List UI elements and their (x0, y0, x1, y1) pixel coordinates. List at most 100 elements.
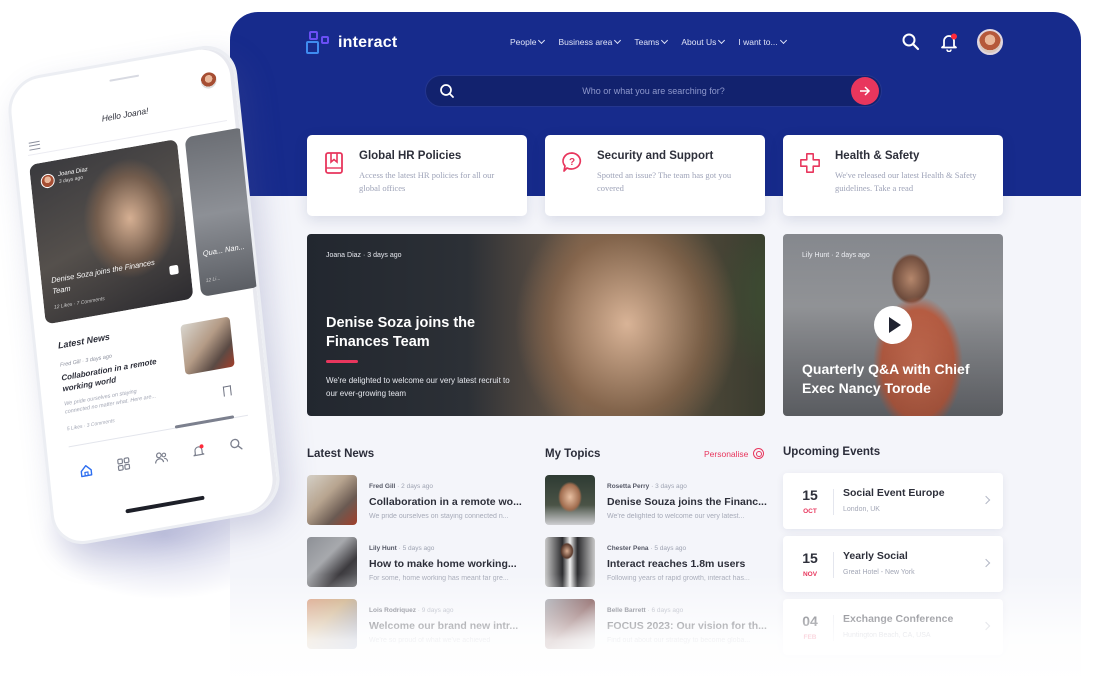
bell-icon[interactable] (939, 32, 959, 53)
nav-item-about-us[interactable]: About Us (681, 36, 726, 47)
quick-link-description: Access the latest HR policies for all ou… (359, 170, 495, 193)
upcoming-events-heading: Upcoming Events (783, 446, 881, 458)
card-title: Denise Soza joins the Finances Team (50, 257, 156, 296)
news-title: Collaboration in a remote wo... (369, 496, 522, 508)
main-nav: People Business area Teams About Us I wa… (510, 36, 787, 47)
article-title: Denise Soza joins the Finances Team (326, 315, 476, 350)
event-title: Exchange Conference (843, 613, 954, 625)
news-meta: Lily Hunt · 5 days ago (369, 545, 435, 552)
hamburger-menu-icon[interactable] (28, 140, 41, 151)
topic-snippet: We're delighted to welcome our very late… (607, 513, 745, 520)
bookmark-book-icon (325, 152, 343, 174)
home-icon[interactable] (79, 463, 94, 479)
news-snippet: We're so proud of what we've achieved (369, 637, 491, 644)
featured-article[interactable]: Joana Diaz · 3 days ago Denise Soza join… (307, 234, 765, 416)
topic-item[interactable]: Rosetta Perry · 3 days ago Denise Souza … (545, 475, 775, 537)
news-thumbnail (307, 537, 357, 587)
article-meta: Joana Diaz · 3 days ago (326, 252, 402, 259)
latest-news-list: Fred Gill · 2 days ago Collaboration in … (307, 475, 537, 661)
accent-bar (326, 360, 358, 363)
quick-link-title: Security and Support (597, 150, 714, 162)
author-avatar (40, 172, 56, 190)
mobile-user-avatar[interactable] (200, 71, 218, 90)
quick-link-health-safety[interactable]: Health & Safety We've released our lates… (783, 135, 1003, 216)
event-card[interactable]: 04 FEB Exchange Conference Huntington Be… (783, 599, 1003, 655)
topic-item[interactable]: Belle Barrett · 6 days ago FOCUS 2023: O… (545, 599, 775, 661)
grid-icon[interactable] (116, 456, 131, 472)
chevron-down-icon (614, 36, 622, 45)
chevron-down-icon (718, 36, 726, 45)
nav-item-teams[interactable]: Teams (634, 36, 669, 47)
topic-title: FOCUS 2023: Our vision for th... (607, 620, 767, 632)
my-topics-heading: My Topics (545, 448, 601, 460)
home-indicator (125, 495, 205, 514)
brand-logo[interactable]: interact (306, 31, 397, 55)
topic-meta: Belle Barrett · 6 days ago (607, 607, 684, 614)
card-stats: 12 Likes · 7 Comments (53, 295, 106, 311)
news-title: Welcome our brand new intr... (369, 620, 519, 632)
search-input[interactable] (456, 86, 851, 96)
news-item[interactable]: Lois Rodriquez · 9 days ago Welcome our … (307, 599, 537, 661)
chevron-right-icon (981, 621, 991, 631)
topic-item[interactable]: Chester Pena · 5 days ago Interact reach… (545, 537, 775, 599)
mobile-feature-card[interactable]: Joana Diaz 3 days ago Denise Soza joins … (29, 138, 194, 325)
featured-video[interactable]: Lily Hunt · 2 days ago Quarterly Q&A wit… (783, 234, 1003, 416)
search-submit-button[interactable] (851, 77, 879, 105)
divider (833, 552, 834, 578)
topic-thumbnail (545, 475, 595, 525)
search-icon[interactable] (901, 32, 921, 52)
mobile-news-stats: 5 Likes · 3 Comments (66, 418, 116, 433)
news-snippet: We pride ourselves on staying connected … (369, 513, 509, 520)
news-snippet: For some, home working has meant far gre… (369, 575, 509, 582)
event-day: 15 (802, 487, 818, 503)
topic-snippet: Find out about our strategy to become gl… (607, 637, 751, 644)
play-button[interactable] (874, 306, 912, 344)
news-item[interactable]: Fred Gill · 2 days ago Collaboration in … (307, 475, 537, 537)
quick-link-description: Spotted an issue? The team has got you c… (597, 170, 732, 193)
nav-item-people[interactable]: People (510, 36, 546, 47)
nav-label: I want to... (738, 37, 778, 47)
video-title: Quarterly Q&A with Chief Exec Nancy Toro… (802, 361, 970, 396)
nav-label: People (510, 37, 537, 47)
interact-logo-icon (306, 31, 330, 55)
thumbs-up-icon[interactable] (169, 264, 179, 276)
nav-label: Teams (634, 37, 660, 47)
event-card[interactable]: 15 NOV Yearly Social Great Hotel - New Y… (783, 536, 1003, 592)
quick-link-title: Health & Safety (835, 150, 920, 162)
nav-item-i-want-to[interactable]: I want to... (738, 36, 787, 47)
search-icon[interactable] (228, 436, 243, 452)
speaker-slot (109, 74, 140, 82)
event-month: FEB (803, 634, 817, 641)
news-thumbnail (307, 599, 357, 649)
target-icon (753, 448, 765, 459)
news-meta: Fred Gill · 2 days ago (369, 483, 433, 490)
topic-meta: Chester Pena · 5 days ago (607, 545, 687, 552)
search-icon (440, 84, 454, 98)
my-topics-list: Rosetta Perry · 3 days ago Denise Souza … (545, 475, 775, 661)
event-day: 15 (802, 550, 818, 566)
scroll-indicator[interactable] (174, 415, 235, 429)
event-month: OCT (803, 508, 817, 515)
chevron-down-icon (661, 36, 669, 45)
quick-link-security-support[interactable]: ? Security and Support Spotted an issue?… (545, 135, 765, 216)
card-title: Qua... Nan... (202, 241, 246, 259)
chevron-right-icon (981, 558, 991, 568)
medical-cross-icon (800, 153, 820, 173)
people-icon[interactable] (153, 449, 169, 465)
mobile-tab-bar (48, 423, 274, 492)
personalise-button[interactable]: Personalise (704, 448, 765, 459)
quick-link-description: We've released our latest Health & Safet… (835, 170, 977, 193)
nav-item-business-area[interactable]: Business area (558, 36, 622, 47)
quick-link-hr-policies[interactable]: Global HR Policies Access the latest HR … (307, 135, 527, 216)
topic-title: Denise Souza joins the Financ... (607, 496, 767, 508)
notification-dot (951, 33, 957, 40)
bookmark-icon[interactable] (222, 385, 232, 397)
bell-icon[interactable] (191, 443, 206, 459)
user-avatar[interactable] (977, 29, 1003, 55)
arrow-right-icon (860, 86, 871, 96)
event-location: London, UK (843, 506, 880, 513)
event-location: Great Hotel - New York (843, 569, 915, 576)
latest-news-heading: Latest News (307, 448, 375, 460)
event-card[interactable]: 15 OCT Social Event Europe London, UK (783, 473, 1003, 529)
news-item[interactable]: Lily Hunt · 5 days ago How to make home … (307, 537, 537, 599)
